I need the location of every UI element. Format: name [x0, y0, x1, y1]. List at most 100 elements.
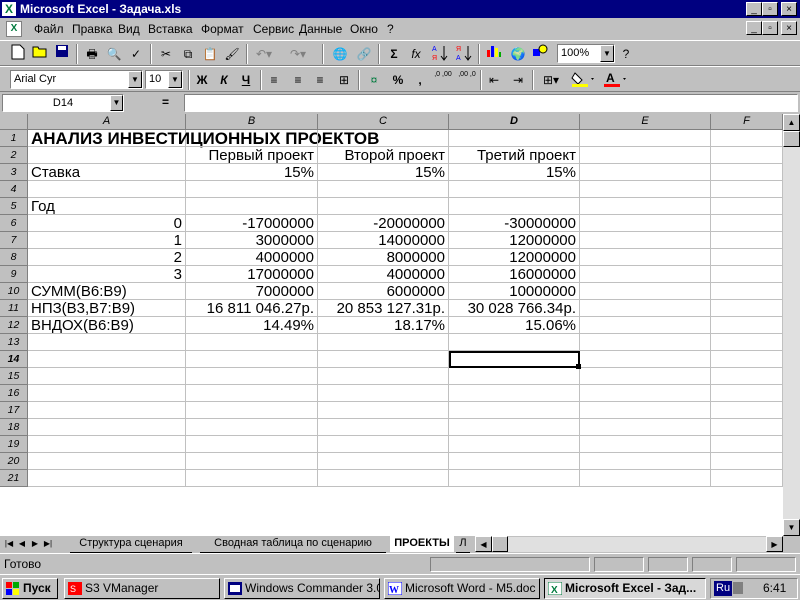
cell-e12[interactable] — [580, 317, 711, 334]
cell-b13[interactable] — [186, 334, 318, 351]
first-sheet-icon[interactable]: |◀ — [3, 537, 15, 551]
row-header-7[interactable]: 7 — [0, 232, 28, 249]
open-folder-icon[interactable] — [30, 44, 50, 64]
cell-d8[interactable]: 12000000 — [449, 249, 580, 266]
menu-view[interactable]: Вид — [118, 22, 140, 36]
cell-f10[interactable] — [711, 283, 783, 300]
menu-file[interactable]: Файл — [34, 22, 64, 36]
cell-d5[interactable] — [449, 198, 580, 215]
align-right-icon[interactable]: ≡ — [310, 70, 330, 90]
cell-c19[interactable] — [318, 436, 449, 453]
cell-e16[interactable] — [580, 385, 711, 402]
increase-decimal-button[interactable]: ,0 ,00 — [432, 70, 454, 90]
vertical-scrollbar[interactable]: ▲ ▼ — [783, 114, 800, 536]
chevron-down-icon[interactable]: ▼ — [168, 71, 182, 88]
cell-c21[interactable] — [318, 470, 449, 487]
cell-d2[interactable]: Третий проект — [449, 147, 580, 164]
cell-d17[interactable] — [449, 402, 580, 419]
cell-b6[interactable]: -17000000 — [186, 215, 318, 232]
cell-e20[interactable] — [580, 453, 711, 470]
edit-formula-button[interactable]: = — [162, 95, 169, 109]
cell-f3[interactable] — [711, 164, 783, 181]
hscroll-thumb[interactable] — [492, 536, 508, 552]
cell-e19[interactable] — [580, 436, 711, 453]
column-header-c[interactable]: C — [318, 114, 449, 130]
cell-a16[interactable] — [28, 385, 186, 402]
print-preview-icon[interactable]: 🔍 — [104, 44, 124, 64]
cell-e6[interactable] — [580, 215, 711, 232]
cell-e15[interactable] — [580, 368, 711, 385]
align-center-icon[interactable]: ≡ — [288, 70, 308, 90]
task-microsoft-excel[interactable]: X Microsoft Excel - Зад... — [544, 578, 706, 599]
row-header-17[interactable]: 17 — [0, 402, 28, 419]
cell-a18[interactable] — [28, 419, 186, 436]
row-header-3[interactable]: 3 — [0, 164, 28, 181]
cell-a6[interactable]: 0 — [28, 215, 186, 232]
cut-icon[interactable]: ✂ — [156, 44, 176, 64]
cell-d21[interactable] — [449, 470, 580, 487]
decrease-decimal-button[interactable]: ,00 ,0 — [456, 70, 478, 90]
paste-icon[interactable]: 📋 — [200, 44, 220, 64]
web-toolbar-icon[interactable]: 🌐 — [330, 44, 350, 64]
sheet-tab-partial[interactable]: Л — [456, 536, 470, 553]
cell-f4[interactable] — [711, 181, 783, 198]
menu-format[interactable]: Формат — [201, 22, 244, 36]
row-header-4[interactable]: 4 — [0, 181, 28, 198]
cell-f13[interactable] — [711, 334, 783, 351]
cell-a15[interactable] — [28, 368, 186, 385]
font-color-icon[interactable]: A — [602, 70, 630, 90]
task-windows-commander[interactable]: Windows Commander 3.0... — [224, 578, 380, 599]
row-header-18[interactable]: 18 — [0, 419, 28, 436]
cell-d3[interactable]: 15% — [449, 164, 580, 181]
cell-b2[interactable]: Первый проект — [186, 147, 318, 164]
speaker-icon[interactable] — [733, 582, 743, 594]
cell-b10[interactable]: 7000000 — [186, 283, 318, 300]
cell-a2[interactable] — [28, 147, 186, 164]
cell-a7[interactable]: 1 — [28, 232, 186, 249]
cell-e11[interactable] — [580, 300, 711, 317]
undo-icon[interactable]: ↶▾ — [254, 44, 274, 64]
cell-a4[interactable] — [28, 181, 186, 198]
close-button[interactable]: × — [781, 2, 797, 16]
borders-icon[interactable]: ⊞▾ — [538, 70, 564, 90]
menu-tools[interactable]: Сервис — [253, 22, 294, 36]
cell-f17[interactable] — [711, 402, 783, 419]
font-select[interactable]: Arial Cyr ▼ — [10, 70, 143, 89]
redo-icon[interactable]: ↷▾ — [288, 44, 308, 64]
decrease-indent-icon[interactable]: ⇤ — [484, 70, 504, 90]
cell-c12[interactable]: 18.17% — [318, 317, 449, 334]
cell-f11[interactable] — [711, 300, 783, 317]
cell-d16[interactable] — [449, 385, 580, 402]
autosum-icon[interactable]: Σ — [384, 44, 404, 64]
cell-a1[interactable]: АНАЛИЗ ИНВЕСТИЦИОННЫХ ПРОЕКТОВ — [28, 130, 379, 147]
cell-b18[interactable] — [186, 419, 318, 436]
align-left-icon[interactable]: ≡ — [264, 70, 284, 90]
cell-b15[interactable] — [186, 368, 318, 385]
cell-c14[interactable] — [318, 351, 449, 368]
cell-f8[interactable] — [711, 249, 783, 266]
cell-c9[interactable]: 4000000 — [318, 266, 449, 283]
prev-sheet-icon[interactable]: ◀ — [16, 537, 28, 551]
cell-d1[interactable] — [449, 130, 580, 147]
cell-b19[interactable] — [186, 436, 318, 453]
fill-color-icon[interactable] — [570, 70, 598, 90]
merge-center-icon[interactable]: ⊞ — [334, 70, 354, 90]
cell-e21[interactable] — [580, 470, 711, 487]
cell-f7[interactable] — [711, 232, 783, 249]
cell-d10[interactable]: 10000000 — [449, 283, 580, 300]
cell-f21[interactable] — [711, 470, 783, 487]
sheet-tab-projects[interactable]: ПРОЕКТЫ — [390, 536, 454, 552]
task-s3-vmanager[interactable]: S S3 VManager — [64, 578, 220, 599]
row-header-11[interactable]: 11 — [0, 300, 28, 317]
chevron-down-icon[interactable]: ▼ — [128, 71, 142, 88]
scroll-left-icon[interactable]: ◀ — [475, 536, 492, 552]
cell-a19[interactable] — [28, 436, 186, 453]
cell-e2[interactable] — [580, 147, 711, 164]
column-header-b[interactable]: B — [186, 114, 318, 130]
horizontal-scrollbar[interactable]: ◀ ▶ — [475, 536, 783, 552]
cell-b3[interactable]: 15% — [186, 164, 318, 181]
cell-a21[interactable] — [28, 470, 186, 487]
cell-c10[interactable]: 6000000 — [318, 283, 449, 300]
cell-d19[interactable] — [449, 436, 580, 453]
chevron-down-icon[interactable]: ▼ — [110, 95, 123, 111]
